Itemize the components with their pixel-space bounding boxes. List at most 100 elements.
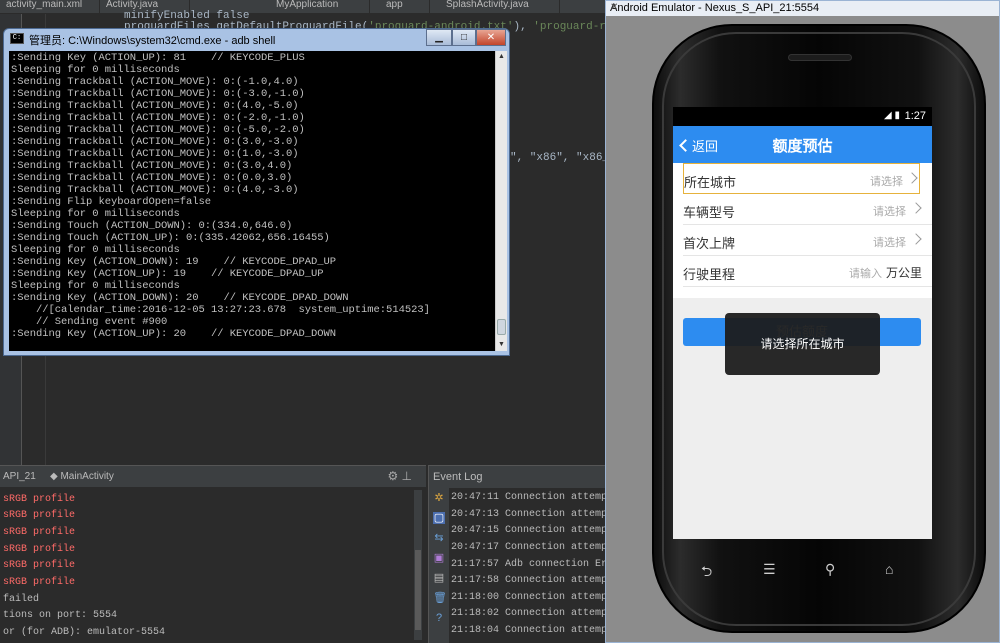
scrollbar-thumb[interactable] <box>497 319 506 335</box>
console-line: :Sending Key (ACTION_UP): 20 // KEYCODE_… <box>11 328 337 340</box>
log-line: sRGB profile <box>3 560 76 571</box>
console-line: :Sending Trackball (ACTION_MOVE): 0:(4.0… <box>11 184 299 196</box>
signal-battery-icon: ◢ ▮ <box>884 110 900 121</box>
row-value: 请选择 <box>870 176 903 188</box>
maximize-button[interactable]: □ <box>452 29 476 46</box>
event-line: 20:47:15 Connection attempts: <box>451 525 626 536</box>
device-selector[interactable]: API_21 <box>3 471 36 482</box>
event-line: 21:18:04 Connection attempts: <box>451 625 626 636</box>
mileage-input[interactable]: 请输入 <box>849 265 882 281</box>
console-line: :Sending Trackball (ACTION_MOVE): 0:(-5.… <box>11 124 305 136</box>
event-log-panel: Event Log ✲ ▢ ⇆ ▣ ▤ 🗑 ? 20:47:11 Connect… <box>428 465 625 643</box>
toast-message: 请选择所在城市 <box>725 313 880 375</box>
cmd-title: 管理员: C:\Windows\system32\cmd.exe - adb s… <box>29 35 276 47</box>
process-label: MainActivity <box>60 471 114 482</box>
chevron-right-icon <box>910 202 922 214</box>
home-key-icon[interactable]: ⌂ <box>885 561 893 577</box>
console-line: //[calendar_time:2016-12-05 13:27:23.678… <box>11 304 430 316</box>
status-time: 1:27 <box>904 110 926 122</box>
console-line: // Sending event #900 <box>11 316 168 328</box>
row-label: 车辆型号 <box>683 205 736 220</box>
console-line: :Sending Touch (ACTION_DOWN): 0:(334.0,6… <box>11 220 293 232</box>
log-line: tions on port: 5554 <box>3 610 118 621</box>
event-log-title: Event Log <box>433 471 483 483</box>
console-line: :Sending Trackball (ACTION_MOVE): 0:(0.0… <box>11 172 293 184</box>
ide-tab[interactable]: SplashActivity.java <box>440 0 560 13</box>
ide-tab[interactable]: MyApplication <box>270 0 370 13</box>
settings-icon[interactable]: ✲ <box>433 492 445 504</box>
cmd-icon: C: <box>10 33 24 44</box>
menu-key-icon[interactable]: ☰ <box>763 561 776 578</box>
device-screen[interactable]: ◢ ▮ 1:27 返回 额度预估 所在城市 请选择 车辆型号 请选择 首次上牌 … <box>673 107 932 539</box>
scroll-up-icon[interactable]: ▲ <box>496 51 507 63</box>
ide-tab[interactable]: app <box>380 0 430 13</box>
scroll-down-icon[interactable]: ▼ <box>496 339 507 351</box>
ide-tab-bar: activity_main.xml Activity.java MyApplic… <box>0 0 605 14</box>
first-registration-row[interactable]: 首次上牌 请选择 <box>683 225 932 256</box>
page-title: 额度预估 <box>772 138 833 155</box>
logcat-scrollbar[interactable] <box>414 490 422 640</box>
row-value: 请选择 <box>873 237 906 249</box>
console-line: Sleeping for 0 milliseconds <box>11 244 180 256</box>
row-label: 行驶里程 <box>683 267 736 282</box>
help-icon[interactable]: ? <box>433 612 445 624</box>
vehicle-model-row[interactable]: 车辆型号 请选择 <box>683 194 932 225</box>
hardware-nav-keys: ⮌ ☰ ⚲ ⌂ <box>673 553 932 585</box>
event-log-header: Event Log <box>429 466 606 488</box>
chevron-right-icon <box>910 233 922 245</box>
gear-icon[interactable]: ⚙ ⊥ <box>387 469 412 483</box>
event-line: 20:47:17 Connection attempts: <box>451 542 626 553</box>
log-line: sRGB profile <box>3 544 76 555</box>
ide-tab[interactable]: activity_main.xml <box>0 0 100 13</box>
event-line: 20:47:11 Connection attempts: <box>451 492 626 503</box>
city-row[interactable]: 所在城市 请选择 <box>683 163 920 194</box>
app-bar: 返回 额度预估 <box>673 126 932 163</box>
console-line: :Sending Flip keyboardOpen=false <box>11 196 212 208</box>
trash-icon[interactable]: 🗑 <box>433 592 447 604</box>
log-line: sRGB profile <box>3 577 76 588</box>
console-line: :Sending Touch (ACTION_UP): 0:(335.42062… <box>11 232 330 244</box>
scroll-to-end-icon[interactable]: ⇆ <box>433 532 445 544</box>
log-line: sRGB profile <box>3 510 76 521</box>
close-icon[interactable]: ✕ <box>610 2 996 13</box>
console-line: :Sending Trackball (ACTION_MOVE): 0:(-1.… <box>11 76 299 88</box>
close-button[interactable]: ✕ <box>476 29 506 46</box>
console-line: :Sending Key (ACTION_UP): 19 // KEYCODE_… <box>11 268 324 280</box>
balloon-icon[interactable]: ▢ <box>433 512 445 524</box>
back-key-icon[interactable]: ⮌ <box>701 561 712 585</box>
console-line: :Sending Trackball (ACTION_MOVE): 0:(4.0… <box>11 100 299 112</box>
console-line: :Sending Trackball (ACTION_MOVE): 0:(1.0… <box>11 148 299 160</box>
process-selector[interactable]: ◆ MainActivity <box>50 471 114 482</box>
logcat-header: API_21 ◆ MainActivity ⚙ ⊥ <box>0 466 426 488</box>
cmd-scrollbar[interactable]: ▲ ▼ <box>495 51 507 351</box>
logcat-panel: API_21 ◆ MainActivity ⚙ ⊥ sRGB profile s… <box>0 465 426 643</box>
mileage-unit: 万公里 <box>885 266 922 280</box>
log-line: failed <box>3 594 40 605</box>
log-line: or (for ADB): emulator-5554 <box>3 627 166 638</box>
cmd-window[interactable]: C: 管理员: C:\Windows\system32\cmd.exe - ad… <box>3 28 510 356</box>
minimize-button[interactable]: ▁ <box>426 29 452 46</box>
log-line: sRGB profile <box>3 494 76 505</box>
console-line: :Sending Trackball (ACTION_MOVE): 0:(3.0… <box>11 136 299 148</box>
status-bar: ◢ ▮ 1:27 <box>673 107 932 126</box>
cmd-console[interactable]: :Sending Key (ACTION_UP): 81 // KEYCODE_… <box>9 51 495 351</box>
copy-icon[interactable]: ▤ <box>433 572 445 584</box>
console-line: :Sending Key (ACTION_UP): 81 // KEYCODE_… <box>11 52 305 64</box>
event-line: 21:18:02 Connection attempts: <box>451 608 626 619</box>
event-line: 21:18:00 Connection attempts: <box>451 592 626 603</box>
scrollbar-thumb[interactable] <box>415 550 421 630</box>
console-line: :Sending Key (ACTION_DOWN): 20 // KEYCOD… <box>11 292 349 304</box>
emulator-titlebar[interactable]: Android Emulator - Nexus_S_API_21:5554 ✕ <box>606 1 999 16</box>
chevron-right-icon <box>906 172 918 184</box>
console-line: Sleeping for 0 milliseconds <box>11 64 180 76</box>
event-line: 21:17:58 Connection attempts: <box>451 575 626 586</box>
event-log-toolbar: ✲ ▢ ⇆ ▣ ▤ 🗑 ? <box>429 488 449 643</box>
mileage-row[interactable]: 行驶里程 请输入 万公里 <box>683 256 932 287</box>
row-label: 所在城市 <box>684 175 737 190</box>
search-key-icon[interactable]: ⚲ <box>825 561 835 578</box>
mark-read-icon[interactable]: ▣ <box>433 552 445 564</box>
row-label: 首次上牌 <box>683 236 736 251</box>
speaker-grille <box>788 54 852 61</box>
cmd-titlebar[interactable]: C: 管理员: C:\Windows\system32\cmd.exe - ad… <box>4 29 509 49</box>
row-value: 请选择 <box>873 206 906 218</box>
